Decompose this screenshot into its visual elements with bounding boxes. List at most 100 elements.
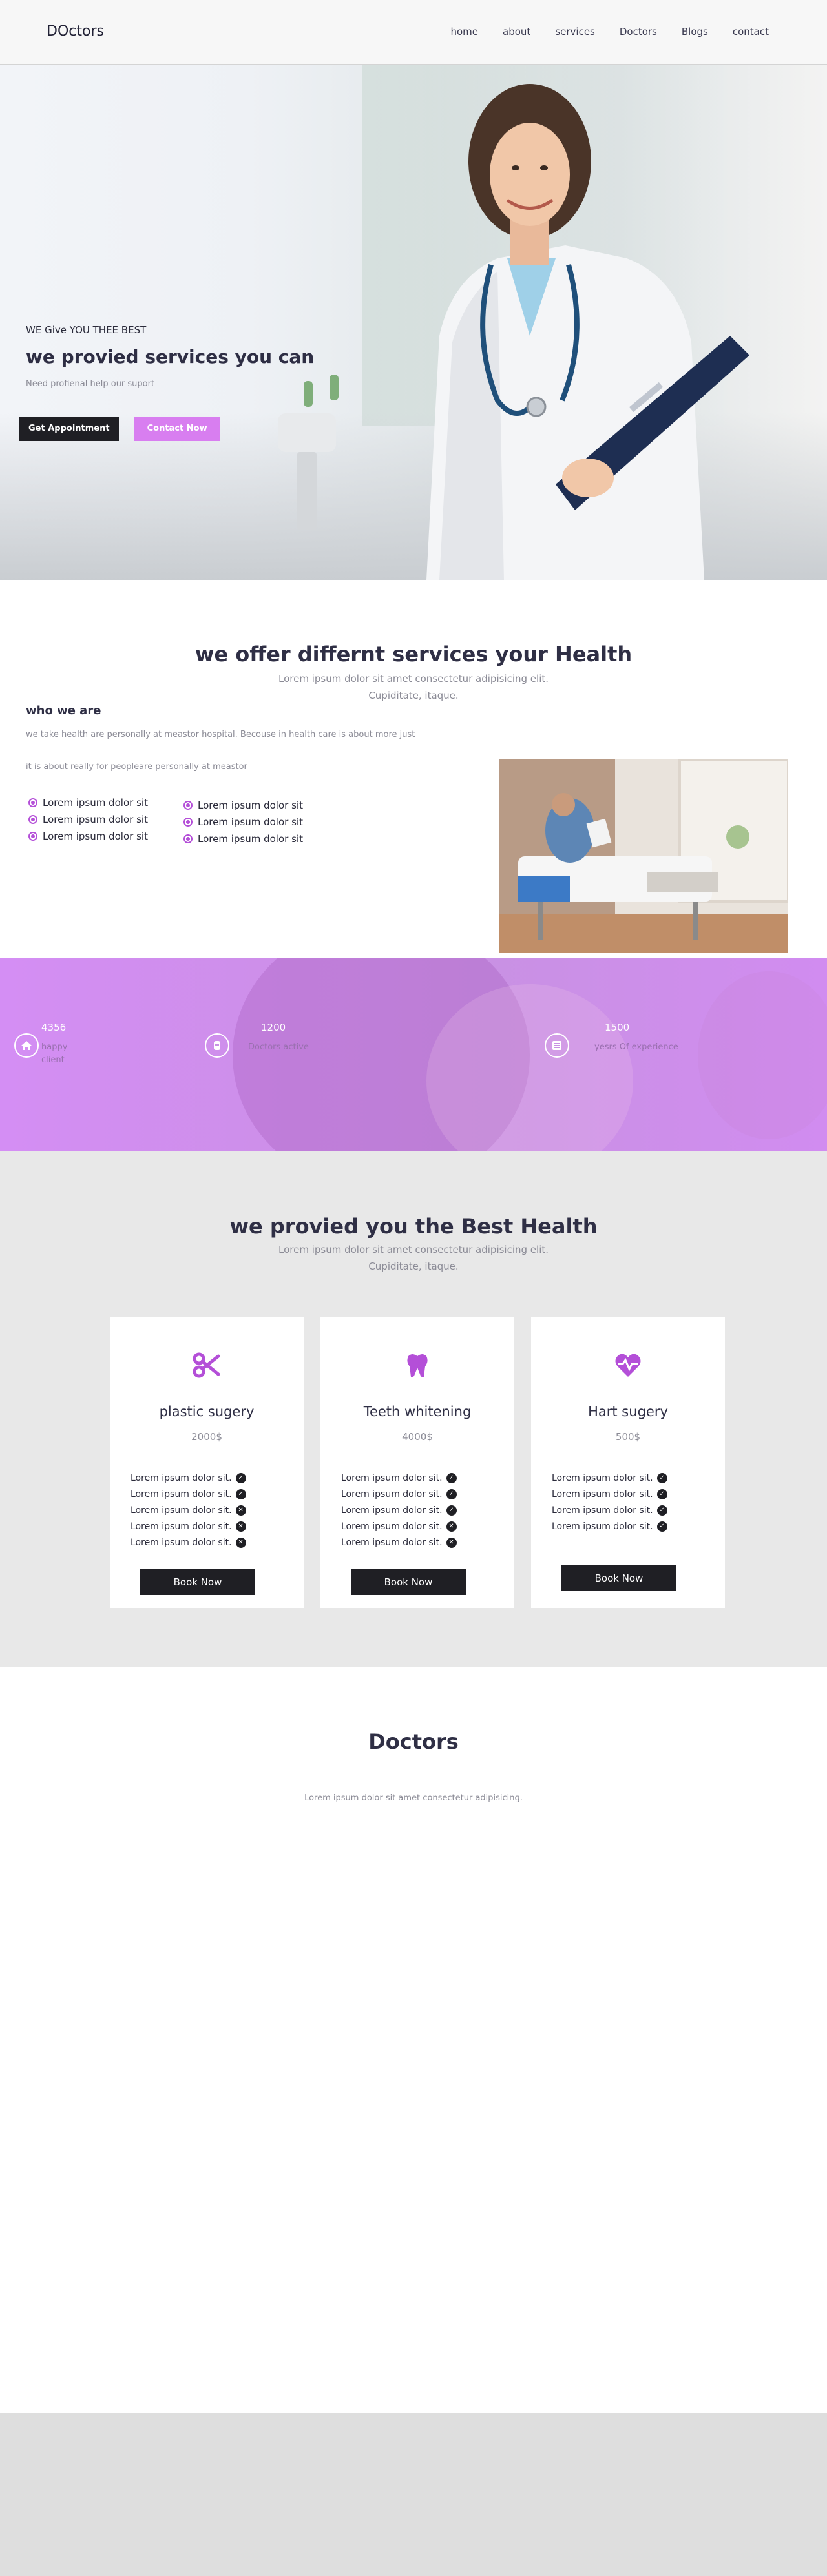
check-circle-icon: ✓ [656, 1489, 667, 1499]
nav-link-blogs[interactable]: Blogs [682, 26, 708, 37]
doctors-subtitle: Lorem ipsum dolor sit amet consectetur a… [304, 1793, 523, 1803]
feature-list-left: Lorem ipsum dolor sit Lorem ipsum dolor … [28, 794, 148, 845]
list-item-text: Lorem ipsum dolor sit [43, 814, 148, 825]
circle-dot-icon [183, 818, 193, 827]
hero-background-plant [330, 375, 339, 400]
hero-buttons: Get Appointment Contact Now [19, 417, 220, 441]
list-item-text: Lorem ipsum dolor sit. [131, 1472, 232, 1483]
hero-text-block: WE Give YOU THEE BEST we provied service… [26, 324, 314, 389]
doctors-title: Doctors [368, 1729, 459, 1754]
list-item-text: Lorem ipsum dolor sit. [552, 1505, 653, 1516]
list-item-text: Lorem ipsum dolor sit [198, 816, 303, 828]
card-price: 500$ [615, 1431, 641, 1443]
list-item: Lorem ipsum dolor sit. ✕ [131, 1518, 246, 1534]
list-item-text: Lorem ipsum dolor sit. [341, 1537, 443, 1548]
offer-subtitle: Lorem ipsum dolor sit amet consectetur a… [0, 670, 827, 704]
pricing-subtitle-line1: Lorem ipsum dolor sit amet consectetur a… [278, 1244, 549, 1255]
pricing-card: Teeth whitening 4000$ Lorem ipsum dolor … [320, 1317, 514, 1608]
users-icon [205, 1033, 229, 1058]
patient-in-bed-image [499, 759, 788, 953]
close-circle-icon: ✕ [235, 1537, 246, 1548]
home-icon [14, 1033, 39, 1058]
list-item-text: Lorem ipsum dolor sit. [131, 1537, 232, 1548]
list-item-text: Lorem ipsum dolor sit. [552, 1489, 653, 1499]
who-we-are-paragraph-1: we take health are personally at meastor… [26, 730, 415, 739]
pricing-subtitle-line2: Cupiditate, itaque. [368, 1261, 459, 1272]
hero-doctor-image [426, 84, 749, 580]
list-item-text: Lorem ipsum dolor sit. [341, 1472, 443, 1483]
circle-dot-icon [183, 834, 193, 843]
scissors-icon [110, 1351, 304, 1379]
contact-now-button[interactable]: Contact Now [134, 417, 220, 441]
list-item-text: Lorem ipsum dolor sit. [131, 1521, 232, 1532]
tooth-icon [320, 1351, 514, 1379]
hero-background-chair-leg [297, 452, 317, 530]
site-logo[interactable]: DOctors [47, 23, 104, 39]
get-appointment-button[interactable]: Get Appointment [19, 417, 119, 441]
circle-dot-icon [183, 801, 193, 810]
card-title: plastic sugery [159, 1404, 255, 1419]
nav-link-services[interactable]: services [555, 26, 595, 37]
book-now-button[interactable]: Book Now [140, 1569, 255, 1595]
who-we-are-paragraph-2: it is about really for peopleare persona… [26, 762, 247, 772]
check-circle-icon: ✓ [446, 1472, 457, 1483]
list-item-text: Lorem ipsum dolor sit [198, 833, 303, 845]
stats-banner: 4356 happy client 1200 Doctors active 15… [0, 958, 827, 1151]
list-item: Lorem ipsum dolor sit. ✕ [341, 1518, 457, 1534]
close-circle-icon: ✕ [446, 1521, 457, 1532]
stat-number: 1200 [261, 1022, 286, 1033]
stats-background-shape [698, 971, 827, 1139]
close-circle-icon: ✕ [235, 1521, 246, 1532]
check-circle-icon: ✓ [446, 1489, 457, 1499]
nav-link-doctors[interactable]: Doctors [620, 26, 657, 37]
list-item-text: Lorem ipsum dolor sit. [131, 1505, 232, 1516]
stat-number: 4356 [41, 1022, 67, 1033]
check-circle-icon: ✓ [656, 1521, 667, 1532]
doctors-section: Doctors Lorem ipsum dolor sit amet conse… [0, 1667, 827, 2413]
list-item: Lorem ipsum dolor sit [183, 797, 303, 814]
list-item: Lorem ipsum dolor sit. ✓ [552, 1486, 667, 1502]
list-item-text: Lorem ipsum dolor sit [43, 797, 148, 809]
heartbeat-icon [531, 1351, 725, 1379]
offer-section: we offer differnt services your Health L… [0, 580, 827, 958]
list-item-text: Lorem ipsum dolor sit. [341, 1505, 443, 1516]
pricing-card: Hart sugery 500$ Lorem ipsum dolor sit. ✓… [531, 1317, 725, 1608]
list-item: Lorem ipsum dolor sit. ✓ [341, 1470, 457, 1486]
footer [0, 2413, 827, 2576]
list-item-text: Lorem ipsum dolor sit [43, 830, 148, 842]
card-title: Hart sugery [588, 1404, 668, 1419]
list-item: Lorem ipsum dolor sit. ✓ [131, 1486, 246, 1502]
book-now-button[interactable]: Book Now [561, 1565, 676, 1591]
list-item: Lorem ipsum dolor sit [28, 828, 148, 845]
nav-link-contact[interactable]: contact [733, 26, 769, 37]
list-item-text: Lorem ipsum dolor sit. [341, 1521, 443, 1532]
card-feature-list: Lorem ipsum dolor sit. ✓ Lorem ipsum dolo… [552, 1470, 667, 1534]
list-item-text: Lorem ipsum dolor sit [198, 799, 303, 811]
offer-subtitle-line2: Cupiditate, itaque. [368, 690, 459, 701]
card-feature-list: Lorem ipsum dolor sit. ✓ Lorem ipsum dolo… [341, 1470, 457, 1551]
list-item: Lorem ipsum dolor sit [28, 794, 148, 811]
circle-dot-icon [28, 832, 37, 841]
list-item: Lorem ipsum dolor sit. ✓ [341, 1502, 457, 1518]
circle-dot-icon [28, 798, 37, 807]
list-item: Lorem ipsum dolor sit. ✓ [131, 1470, 246, 1486]
nav-link-home[interactable]: home [451, 26, 479, 37]
hero-section: WE Give YOU THEE BEST we provied service… [0, 65, 827, 580]
nav-link-about[interactable]: about [503, 26, 530, 37]
list-item: Lorem ipsum dolor sit. ✓ [552, 1502, 667, 1518]
offer-subtitle-line1: Lorem ipsum dolor sit amet consectetur a… [278, 673, 549, 685]
list-item: Lorem ipsum dolor sit. ✕ [131, 1534, 246, 1551]
list-item: Lorem ipsum dolor sit. ✓ [552, 1470, 667, 1486]
hero-background-chair [278, 413, 336, 452]
close-circle-icon: ✕ [446, 1537, 457, 1548]
book-now-button[interactable]: Book Now [351, 1569, 466, 1595]
check-circle-icon: ✓ [235, 1472, 246, 1483]
card-price: 2000$ [191, 1431, 222, 1443]
hero-eyebrow: WE Give YOU THEE BEST [26, 324, 147, 336]
main-menu: home about services Doctors Blogs contac… [426, 26, 769, 37]
stat-label: yesrs Of experience [594, 1042, 678, 1052]
hero-subtitle: Need profienal help our suport [26, 379, 155, 389]
check-circle-icon: ✓ [656, 1472, 667, 1483]
pricing-section: we provied you the Best Health Lorem ips… [0, 1151, 827, 1667]
list-item: Lorem ipsum dolor sit [28, 811, 148, 828]
